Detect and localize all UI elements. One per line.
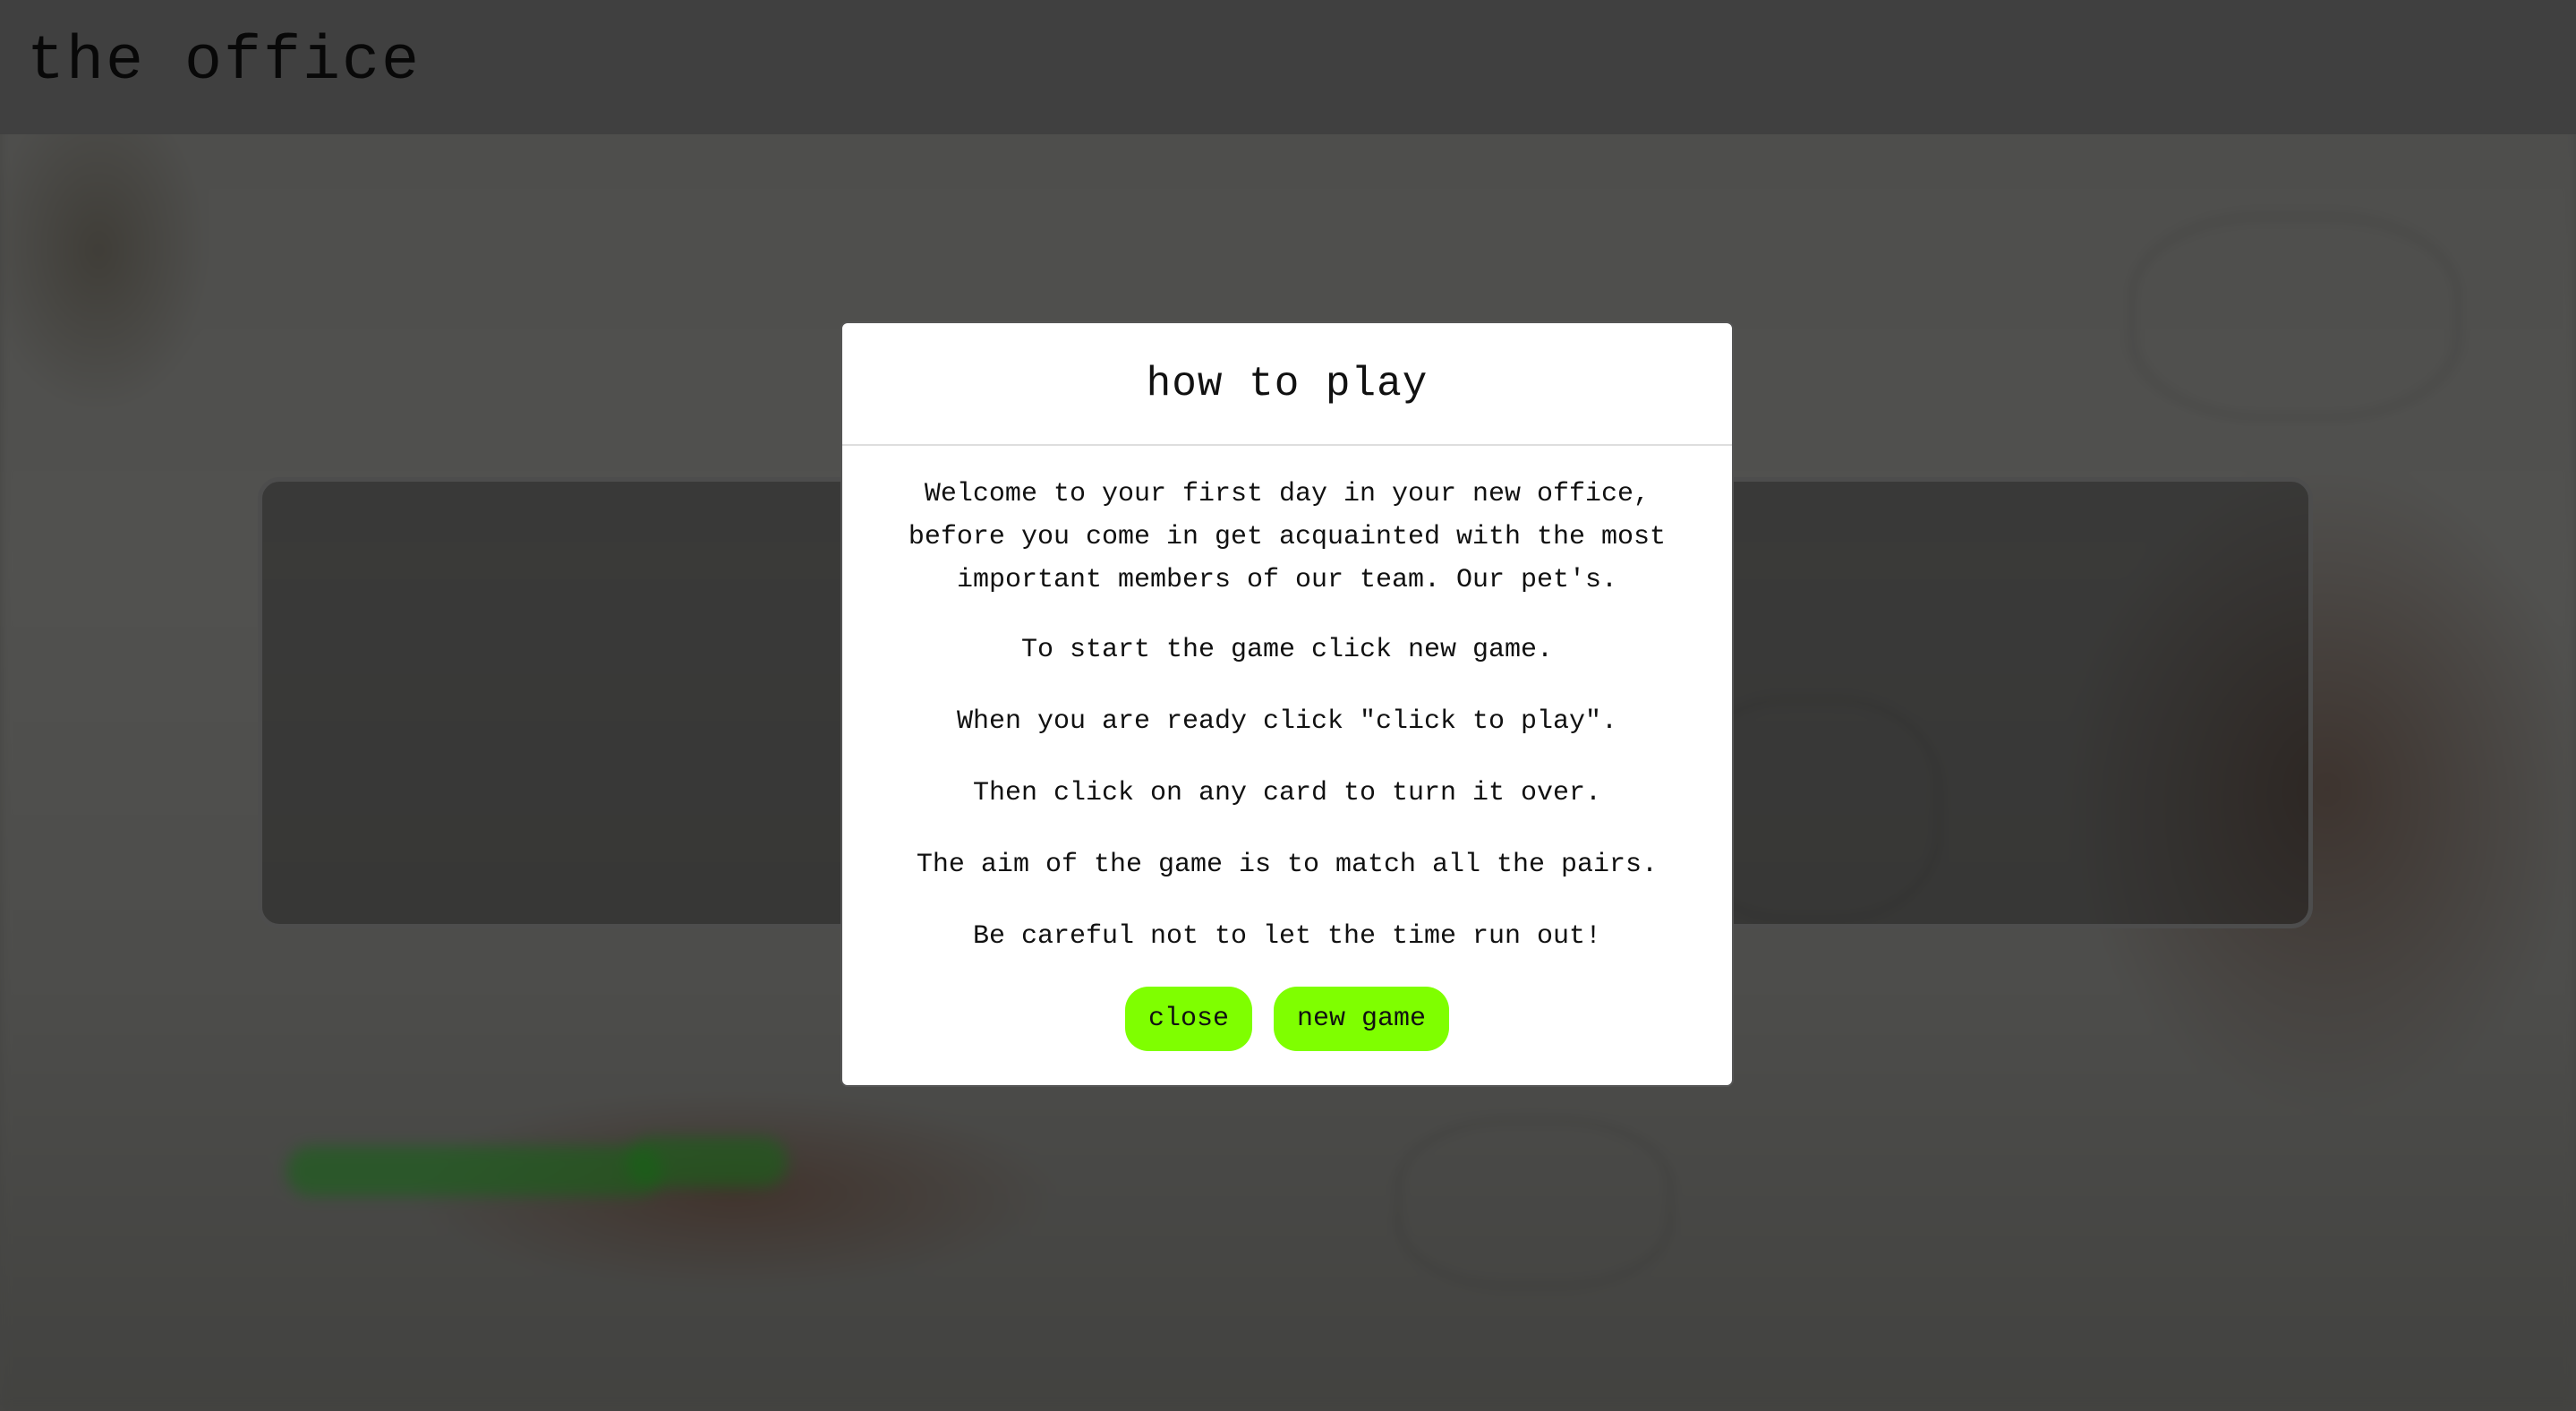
- new-game-button[interactable]: new game: [1273, 987, 1450, 1051]
- instruction-text: Then click on any card to turn it over.: [972, 778, 1602, 808]
- close-button[interactable]: close: [1124, 987, 1252, 1051]
- modal-body: Welcome to your first day in your new of…: [842, 446, 1732, 1051]
- instruction-text: Welcome to your first day in your new of…: [908, 479, 1667, 595]
- modal-footer: close new game: [878, 987, 1696, 1051]
- instruction-text: The aim of the game is to match all the …: [916, 850, 1659, 880]
- instruction-text: To start the game click new game.: [1020, 635, 1554, 665]
- modal-title: how to play: [1146, 360, 1429, 407]
- instruction-text: When you are ready click "click to play"…: [956, 706, 1618, 737]
- how-to-play-modal: how to play Welcome to your first day in…: [840, 321, 1734, 1087]
- instruction-text: Be careful not to let the time run out!: [972, 921, 1602, 952]
- modal-header: how to play: [842, 323, 1732, 446]
